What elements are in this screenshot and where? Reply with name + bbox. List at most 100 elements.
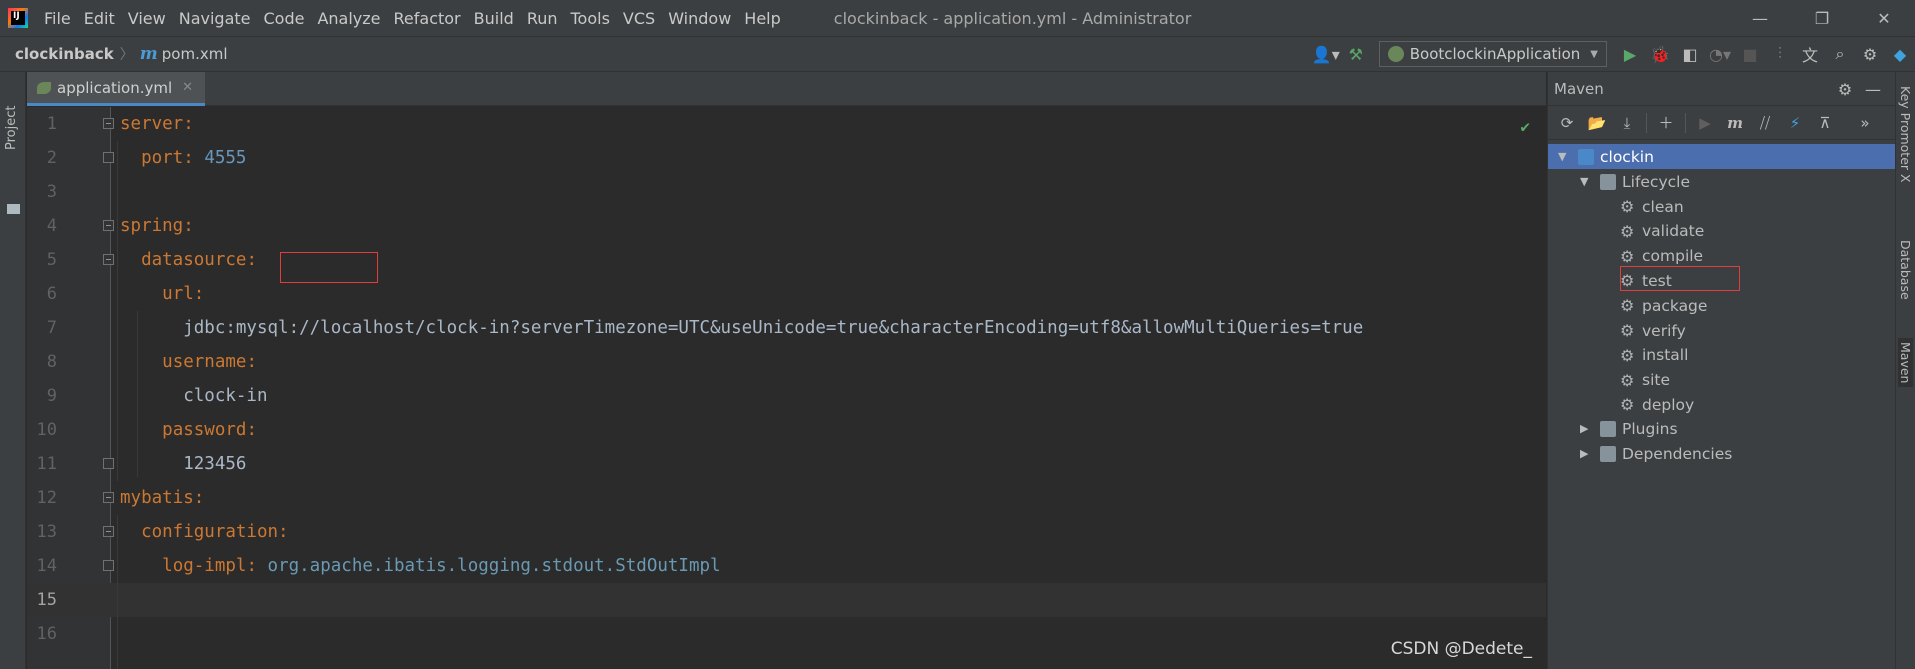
code-line[interactable]: 1 server: <box>27 107 1546 141</box>
skip-tests-icon[interactable]: ⚡ <box>1780 109 1810 137</box>
hide-panel-icon[interactable]: — <box>1859 78 1887 100</box>
profile-icon[interactable]: ◔▾ <box>1705 39 1735 69</box>
close-window-button[interactable]: ✕ <box>1853 0 1915 36</box>
menu-run[interactable]: Run <box>527 9 558 28</box>
code-line[interactable]: 13 configuration: <box>27 515 1546 549</box>
tree-node-dependencies[interactable]: ▶ Dependencies <box>1548 441 1896 466</box>
search-icon[interactable]: ⌕ <box>1825 39 1855 69</box>
add-icon[interactable]: ＋ <box>1651 109 1681 137</box>
menu-view[interactable]: View <box>128 9 166 28</box>
lifecycle-phase-package[interactable]: ⚙ package <box>1548 293 1896 318</box>
breadcrumb-project[interactable]: clockinback <box>15 45 114 63</box>
run-configuration-select[interactable]: BootclockinApplication ▼ <box>1378 41 1607 67</box>
code-text: datasource: <box>120 250 257 270</box>
tree-node-plugins[interactable]: ▶ Plugins <box>1548 416 1896 441</box>
code-line[interactable]: 10 password: <box>27 413 1546 447</box>
more-icon[interactable]: » <box>1850 109 1880 137</box>
tree-node-lifecycle[interactable]: ▼ Lifecycle <box>1548 169 1896 194</box>
code-line[interactable]: 5 datasource: <box>27 243 1546 277</box>
fold-marker-icon[interactable] <box>103 152 114 163</box>
run-goal-icon[interactable]: ▶ <box>1690 109 1720 137</box>
coverage-icon[interactable]: ◧ <box>1675 39 1705 69</box>
code-line[interactable]: 2 port: 4555 <box>27 141 1546 175</box>
debug-icon[interactable]: 🐞 <box>1645 39 1675 69</box>
run-icon[interactable]: ▶ <box>1615 39 1645 69</box>
menu-navigate[interactable]: Navigate <box>179 9 251 28</box>
inspection-ok-icon[interactable]: ✔ <box>1520 117 1530 136</box>
fold-marker-icon[interactable] <box>103 492 114 503</box>
code-line[interactable]: 6 url: <box>27 277 1546 311</box>
gear-icon: ⚙ <box>1620 395 1635 415</box>
key-promoter-tab[interactable]: Key Promoter X <box>1898 86 1913 183</box>
close-icon[interactable]: ✕ <box>182 80 193 95</box>
fold-marker-icon[interactable] <box>103 220 114 231</box>
fold-marker-icon[interactable] <box>103 526 114 537</box>
maven-toolbar: ⟳ 📂 ⤓ ＋ ▶ m ⧸⧸ ⚡ ⊼ » <box>1548 106 1895 140</box>
fold-marker-icon[interactable] <box>103 560 114 571</box>
menu-refactor[interactable]: Refactor <box>394 9 461 28</box>
settings-gear-icon[interactable]: ⚙ <box>1855 39 1885 69</box>
code-line[interactable]: 7 jdbc:mysql://localhost/clock-in?server… <box>27 311 1546 345</box>
main-menu: File Edit View Navigate Code Analyze Ref… <box>44 9 794 28</box>
build-hammer-icon[interactable]: ⚒ <box>1341 39 1371 69</box>
tree-node-label: clean <box>1642 197 1684 216</box>
menu-code[interactable]: Code <box>264 9 305 28</box>
code-line[interactable]: 11 123456 <box>27 447 1546 481</box>
watermark: CSDN @Dedete_ <box>1390 639 1532 659</box>
code-line[interactable]: 9 clock-in <box>27 379 1546 413</box>
code-line[interactable]: 16 <box>27 617 1546 651</box>
menu-analyze[interactable]: Analyze <box>317 9 380 28</box>
menu-window[interactable]: Window <box>668 9 731 28</box>
toggle-offline-icon[interactable]: ⧸⧸ <box>1750 109 1780 137</box>
menu-build[interactable]: Build <box>474 9 514 28</box>
translate-icon[interactable]: 文 <box>1795 39 1825 69</box>
lifecycle-phase-compile[interactable]: ⚙ compile <box>1548 244 1896 269</box>
code-line[interactable]: 12 mybatis: <box>27 481 1546 515</box>
code-editor[interactable]: 1 server: 2 port: 4555 3 4 spring: 5 datasourc… <box>27 107 1546 669</box>
gear-icon[interactable]: ⚙ <box>1831 78 1859 100</box>
fold-marker-icon[interactable] <box>103 118 114 129</box>
project-tool-tab[interactable]: Project <box>4 80 19 150</box>
menu-vcs[interactable]: VCS <box>623 9 655 28</box>
run-toolbar: 👤▾ ⚒ BootclockinApplication ▼ ▶ 🐞 ◧ ◔▾ ■… <box>1311 37 1915 71</box>
line-number: 9 <box>46 386 57 406</box>
menu-help[interactable]: Help <box>744 9 780 28</box>
download-icon[interactable]: ⤓ <box>1612 109 1642 137</box>
stop-icon[interactable]: ■ <box>1735 39 1765 69</box>
menu-edit[interactable]: Edit <box>84 9 115 28</box>
menu-tools[interactable]: Tools <box>571 9 610 28</box>
dependencies-folder-icon <box>1600 446 1616 462</box>
lifecycle-phase-validate[interactable]: ⚙ validate <box>1548 219 1896 244</box>
execute-maven-goal-icon[interactable]: m <box>1720 109 1750 137</box>
lifecycle-phase-clean[interactable]: ⚙ clean <box>1548 194 1896 219</box>
code-line[interactable]: 14 log-impl: org.apache.ibatis.logging.s… <box>27 549 1546 583</box>
generate-sources-icon[interactable]: 📂 <box>1582 109 1612 137</box>
menu-file[interactable]: File <box>44 9 71 28</box>
breadcrumb-file[interactable]: pom.xml <box>162 45 228 63</box>
lifecycle-phase-deploy[interactable]: ⚙ deploy <box>1548 392 1896 417</box>
code-line[interactable]: 4 spring: <box>27 209 1546 243</box>
lifecycle-phase-install[interactable]: ⚙ install <box>1548 343 1896 368</box>
code-line[interactable]: 8 username: <box>27 345 1546 379</box>
tree-node-project[interactable]: ▼ clockin <box>1548 144 1896 169</box>
lifecycle-phase-verify[interactable]: ⚙ verify <box>1548 318 1896 343</box>
fold-marker-icon[interactable] <box>103 458 114 469</box>
minimize-button[interactable]: — <box>1729 0 1791 36</box>
vcs-icon[interactable]: ⫶ <box>1765 39 1795 69</box>
tab-application-yml[interactable]: application.yml ✕ <box>27 72 206 106</box>
reload-icon[interactable]: ⟳ <box>1552 109 1582 137</box>
database-tab[interactable]: Database <box>1898 240 1913 300</box>
toolbox-icon[interactable]: ◆ <box>1885 39 1915 69</box>
code-line[interactable]: 3 <box>27 175 1546 209</box>
user-icon[interactable]: 👤▾ <box>1311 39 1341 69</box>
gear-icon: ⚙ <box>1620 321 1635 340</box>
code-line[interactable]: 15 <box>27 583 1546 617</box>
yaml-separator: : <box>183 114 194 134</box>
collapse-all-icon[interactable]: ⊼ <box>1810 109 1840 137</box>
lifecycle-folder-icon <box>1600 174 1616 190</box>
lifecycle-phase-site[interactable]: ⚙ site <box>1548 368 1896 393</box>
fold-marker-icon[interactable] <box>103 254 114 265</box>
maven-tab[interactable]: Maven <box>1898 338 1913 388</box>
restore-button[interactable]: ❐ <box>1791 0 1853 36</box>
